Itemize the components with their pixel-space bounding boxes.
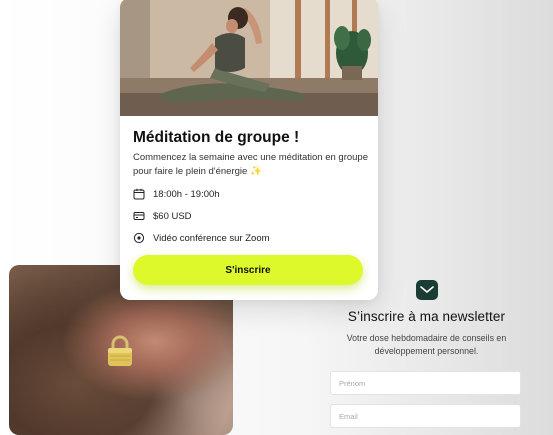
event-card: Méditation de groupe ! Commencez la sema… xyxy=(120,0,378,300)
event-title: Méditation de groupe ! xyxy=(133,129,300,146)
email-field[interactable] xyxy=(330,404,521,428)
newsletter-description: Votre dose hebdomadaire de conseils en d… xyxy=(346,333,507,356)
card-icon xyxy=(133,212,145,220)
event-location: Vidéo conférence sur Zoom xyxy=(153,232,270,244)
event-signup-button[interactable]: S'inscrire xyxy=(133,255,363,285)
event-price: $60 USD xyxy=(153,210,192,222)
mail-icon xyxy=(416,280,438,300)
event-description: Commencez la semaine avec une méditation… xyxy=(133,152,368,177)
calendar-icon xyxy=(133,188,145,200)
event-location-row: Vidéo conférence sur Zoom xyxy=(133,231,369,245)
event-photo xyxy=(120,0,378,116)
event-time-row: 18:00h - 19:00h xyxy=(133,187,369,201)
event-price-row: $60 USD xyxy=(133,209,369,223)
first-name-field[interactable] xyxy=(330,371,521,395)
event-card-body: Méditation de groupe ! Commencez la sema… xyxy=(133,128,369,245)
lock-icon xyxy=(108,335,132,366)
location-pin-icon xyxy=(133,232,145,244)
newsletter-title: S’inscrire à ma newsletter xyxy=(347,309,506,324)
event-time: 18:00h - 19:00h xyxy=(153,188,220,200)
